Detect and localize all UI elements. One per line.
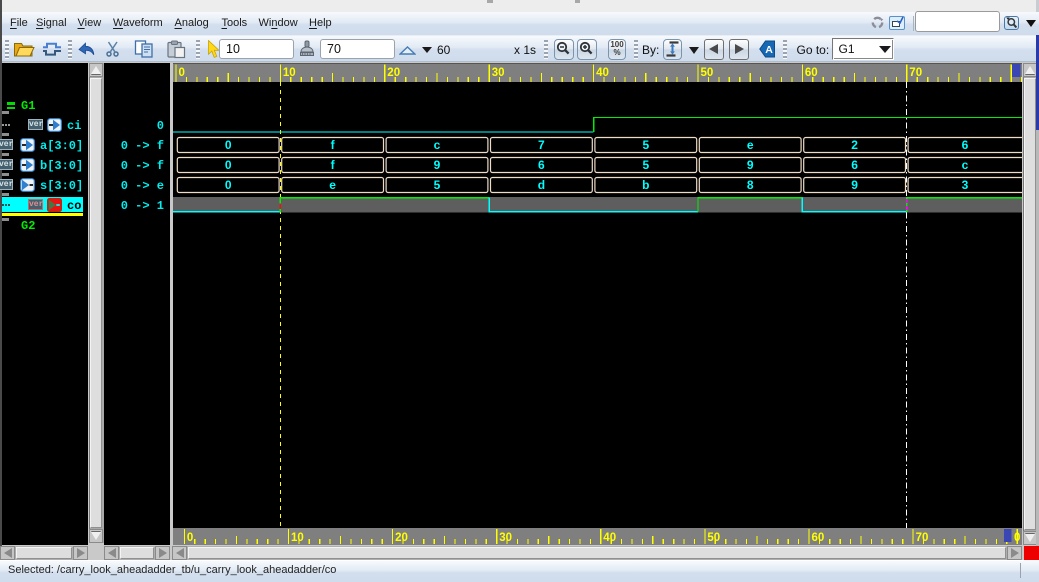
- svg-text:e: e: [747, 138, 754, 152]
- svg-text:5: 5: [642, 158, 649, 172]
- svg-text:20: 20: [395, 532, 408, 544]
- svg-text:6: 6: [851, 158, 858, 172]
- svg-text:A: A: [765, 44, 773, 56]
- svg-text:30: 30: [499, 532, 512, 544]
- svg-text:10: 10: [291, 532, 304, 544]
- svg-text:e: e: [329, 178, 336, 192]
- svg-text:0: 0: [225, 158, 232, 172]
- svg-text:9: 9: [434, 158, 441, 172]
- svg-text:9: 9: [747, 158, 754, 172]
- svg-text:7: 7: [538, 138, 545, 152]
- svg-text:0: 0: [1014, 532, 1020, 544]
- svg-text:8: 8: [747, 178, 754, 192]
- svg-text:70: 70: [909, 67, 922, 79]
- svg-text:50: 50: [707, 532, 720, 544]
- svg-text:d: d: [538, 178, 545, 192]
- svg-text:c: c: [434, 138, 441, 152]
- svg-text:30: 30: [492, 67, 505, 79]
- svg-text:5: 5: [434, 178, 441, 192]
- svg-text:0: 0: [187, 532, 193, 544]
- svg-text:10: 10: [283, 67, 296, 79]
- svg-text:60: 60: [805, 67, 818, 79]
- svg-text:5: 5: [642, 138, 649, 152]
- svg-text:60: 60: [812, 532, 825, 544]
- svg-text:0: 0: [179, 67, 185, 79]
- svg-text:9: 9: [851, 178, 858, 192]
- svg-text:20: 20: [387, 67, 400, 79]
- svg-text:0: 0: [225, 138, 232, 152]
- svg-text:6: 6: [962, 138, 969, 152]
- svg-text:40: 40: [596, 67, 609, 79]
- svg-text:70: 70: [916, 532, 929, 544]
- svg-text:c: c: [962, 158, 969, 172]
- svg-text:b: b: [642, 178, 649, 192]
- svg-text:3: 3: [962, 178, 969, 192]
- svg-text:40: 40: [603, 532, 616, 544]
- svg-text:50: 50: [701, 67, 714, 79]
- svg-text:6: 6: [538, 158, 545, 172]
- svg-text:0: 0: [225, 178, 232, 192]
- svg-text:2: 2: [851, 138, 858, 152]
